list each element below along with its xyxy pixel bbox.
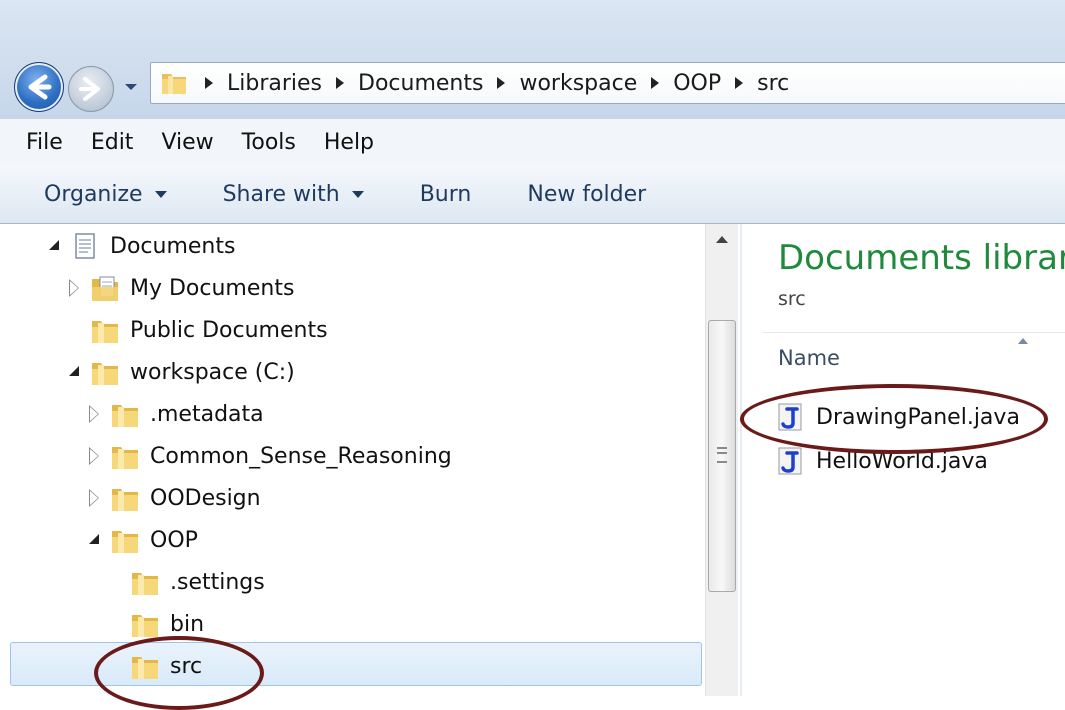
tree-item-label: Documents — [110, 233, 236, 259]
tree-item[interactable]: Documents — [46, 226, 235, 266]
command-bar: Organize Share with Burn New folder — [0, 165, 1065, 224]
organize-label: Organize — [44, 181, 143, 207]
tree-item-label: OODesign — [150, 485, 261, 511]
library-subtitle: src — [778, 288, 806, 310]
divider — [762, 332, 1065, 333]
burn-button[interactable]: Burn — [420, 182, 472, 207]
grip-icon — [717, 447, 727, 463]
folder-icon — [130, 610, 160, 638]
new-folder-button[interactable]: New folder — [527, 182, 646, 207]
folder-icon — [110, 442, 140, 470]
tree-item-label: .settings — [170, 569, 265, 595]
tree-item[interactable]: .settings — [106, 562, 265, 602]
address-box[interactable]: Libraries Documents workspace OOP src — [150, 62, 1065, 104]
collapsed-arrow-icon[interactable] — [86, 447, 102, 465]
address-bar-region: Libraries Documents workspace OOP src — [0, 0, 1065, 118]
breadcrumb-workspace[interactable]: workspace — [519, 71, 637, 96]
breadcrumb-chevron-icon[interactable] — [336, 77, 345, 89]
breadcrumb-chevron-icon[interactable] — [651, 77, 660, 89]
back-button[interactable] — [14, 62, 64, 112]
folder-icon — [162, 74, 186, 94]
tree-item[interactable]: bin — [106, 604, 204, 644]
sort-ascending-icon — [1018, 338, 1028, 344]
java-file-icon — [778, 447, 802, 475]
expanded-arrow-icon[interactable] — [46, 238, 62, 254]
documents-folder-icon — [90, 274, 120, 302]
tree-item-label: .metadata — [150, 401, 264, 427]
folder-icon — [130, 568, 160, 596]
navigation-pane: Documents My Documents Public Documents wor… — [0, 224, 738, 696]
column-header-name[interactable]: Name — [778, 346, 840, 370]
breadcrumb-documents[interactable]: Documents — [358, 71, 483, 96]
tree-item-label: workspace (C:) — [130, 359, 295, 385]
expanded-arrow-icon[interactable] — [66, 364, 82, 380]
expanded-arrow-icon[interactable] — [86, 532, 102, 548]
menu-tools[interactable]: Tools — [228, 130, 310, 155]
breadcrumb-chevron-icon[interactable] — [497, 77, 506, 89]
menu-edit[interactable]: Edit — [77, 130, 148, 155]
documents-library-icon — [70, 232, 100, 260]
menu-help[interactable]: Help — [310, 130, 388, 155]
folder-icon — [110, 526, 140, 554]
breadcrumb-chevron-icon[interactable] — [735, 77, 744, 89]
tree-item-label: OOP — [150, 527, 198, 553]
share-with-button[interactable]: Share with — [223, 182, 364, 207]
forward-arrow-icon — [79, 77, 100, 101]
scrollbar-thumb[interactable] — [708, 320, 736, 592]
tree-item[interactable]: workspace (C:) — [66, 352, 295, 392]
content-pane: Documents library src Name DrawingPanel.… — [742, 224, 1065, 696]
breadcrumb-oop[interactable]: OOP — [673, 71, 721, 96]
library-title: Documents library — [778, 238, 1065, 278]
file-item[interactable]: HelloWorld.java — [778, 444, 988, 478]
navigation-scrollbar[interactable] — [705, 224, 738, 696]
tree-item-label: My Documents — [130, 275, 295, 301]
tree-item[interactable]: OODesign — [86, 478, 261, 518]
tree-item[interactable]: Common_Sense_Reasoning — [86, 436, 452, 476]
caret-down-icon — [351, 190, 364, 198]
breadcrumb: Libraries Documents workspace OOP src — [199, 63, 797, 103]
menu-bar: File Edit View Tools Help — [0, 118, 1065, 166]
breadcrumb-src[interactable]: src — [757, 71, 789, 96]
collapsed-arrow-icon[interactable] — [86, 489, 102, 507]
organize-button[interactable]: Organize — [44, 182, 167, 207]
folder-icon — [130, 652, 160, 680]
scroll-up-arrow-icon[interactable] — [716, 236, 728, 243]
file-item[interactable]: DrawingPanel.java — [778, 400, 1020, 434]
collapsed-arrow-icon[interactable] — [66, 279, 82, 297]
file-name: DrawingPanel.java — [816, 404, 1020, 430]
tree-item-label: Public Documents — [130, 317, 328, 343]
java-file-icon — [778, 403, 802, 431]
collapsed-arrow-icon[interactable] — [86, 405, 102, 423]
menu-view[interactable]: View — [147, 130, 227, 155]
caret-down-icon — [154, 190, 167, 198]
folder-icon — [90, 358, 120, 386]
tree-item-label: src — [170, 653, 203, 679]
tree-item[interactable]: My Documents — [66, 268, 294, 308]
tree-item[interactable]: src — [106, 646, 202, 686]
folder-icon — [90, 316, 120, 344]
tree-item[interactable]: Public Documents — [66, 310, 328, 350]
tree-item-label: bin — [170, 611, 205, 637]
forward-button[interactable] — [68, 66, 114, 112]
tree-item[interactable]: OOP — [86, 520, 198, 560]
file-name: HelloWorld.java — [816, 448, 988, 474]
menu-file[interactable]: File — [0, 130, 77, 155]
breadcrumb-libraries[interactable]: Libraries — [227, 71, 322, 96]
folder-icon — [110, 484, 140, 512]
recent-pages-dropdown-icon[interactable] — [122, 78, 140, 96]
tree-item[interactable]: .metadata — [86, 394, 264, 434]
breadcrumb-chevron-icon[interactable] — [205, 77, 213, 89]
back-arrow-icon — [28, 74, 52, 100]
tree-item-label: Common_Sense_Reasoning — [150, 443, 452, 469]
share-with-label: Share with — [222, 181, 340, 207]
folder-icon — [110, 400, 140, 428]
